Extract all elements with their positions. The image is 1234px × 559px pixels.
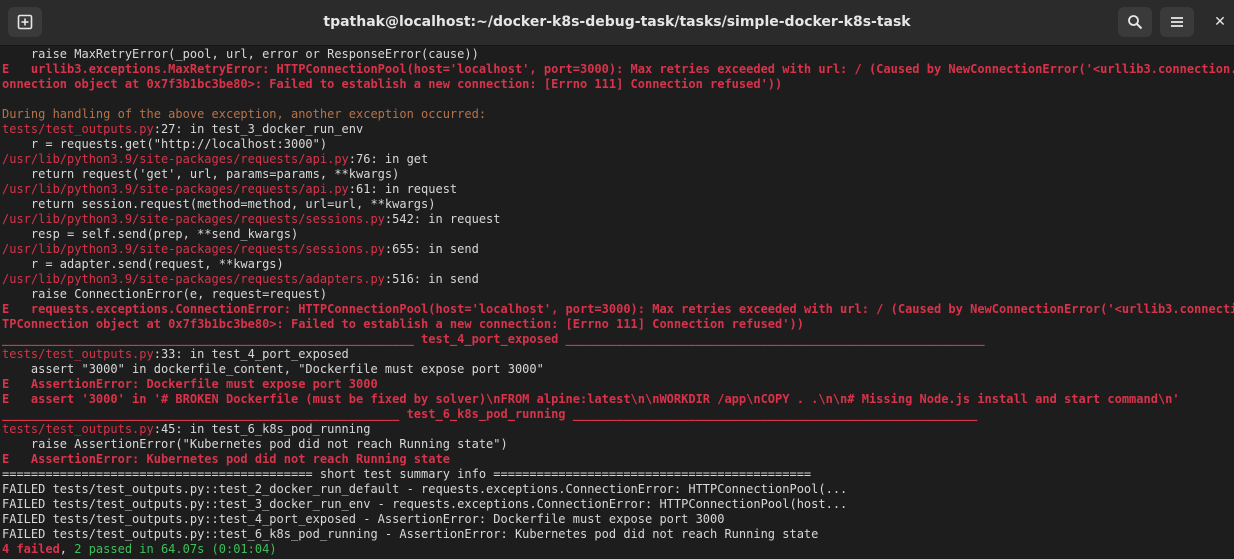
- terminal-line: return session.request(method=method, ur…: [2, 197, 436, 212]
- terminal-text-segment: E urllib3.exceptions.MaxRetryError: HTTP…: [2, 62, 1234, 76]
- terminal-line: ________________________________________…: [2, 332, 985, 347]
- terminal-text-segment: FAILED tests/test_outputs.py::test_6_k8s…: [2, 527, 819, 541]
- terminal-line: ========================================…: [2, 467, 811, 482]
- terminal-line: raise ConnectionError(e, request=request…: [2, 287, 327, 302]
- search-button[interactable]: [1118, 7, 1152, 37]
- terminal-line: E assert '3000' in '# BROKEN Dockerfile …: [2, 392, 1180, 407]
- terminal-line: r = adapter.send(request, **kwargs): [2, 257, 284, 272]
- terminal-line: r = requests.get("http://localhost:3000"…: [2, 137, 327, 152]
- menu-button[interactable]: [1160, 7, 1194, 37]
- terminal-line: E urllib3.exceptions.MaxRetryError: HTTP…: [2, 62, 1234, 77]
- terminal-text-segment: FAILED tests/test_outputs.py::test_4_por…: [2, 512, 725, 526]
- title-bar: ✕ tpathak@localhost:~/docker-k8s-debug-t…: [0, 0, 1234, 46]
- terminal-text-segment: ,: [59, 542, 75, 556]
- terminal-line: tests/test_outputs.py:45: in test_6_k8s_…: [2, 422, 370, 437]
- window-title: tpathak@localhost:~/docker-k8s-debug-tas…: [323, 14, 911, 30]
- terminal-line: TPConnection object at 0x7f3b1bc3be80>: …: [2, 317, 804, 332]
- terminal-text-segment: /usr/lib/python3.9/site-packages/request…: [2, 152, 349, 166]
- terminal-line: raise MaxRetryError(_pool, url, error or…: [2, 47, 479, 62]
- terminal-text-segment: TPConnection object at 0x7f3b1bc3be80>: …: [2, 317, 804, 331]
- terminal-line: /usr/lib/python3.9/site-packages/request…: [2, 182, 457, 197]
- terminal-text-segment: :33: in test_4_port_exposed: [153, 347, 349, 361]
- terminal-text-segment: :76: in get: [348, 152, 429, 166]
- terminal-text-segment: raise ConnectionError(e, request=request…: [2, 287, 328, 301]
- terminal-text-segment: assert "3000" in dockerfile_content, "Do…: [2, 362, 544, 376]
- terminal-text-segment: :516: in send: [384, 272, 479, 286]
- terminal-line: /usr/lib/python3.9/site-packages/request…: [2, 242, 479, 257]
- terminal-text-segment: ========================================…: [2, 467, 812, 481]
- terminal-text-segment: /usr/lib/python3.9/site-packages/request…: [2, 212, 385, 226]
- terminal-text-segment: tests/test_outputs.py: [2, 422, 154, 436]
- terminal-text-segment: r = adapter.send(request, **kwargs): [2, 257, 284, 271]
- close-button[interactable]: ✕: [1206, 7, 1234, 37]
- terminal-text-segment: E assert '3000' in '# BROKEN Dockerfile …: [2, 392, 1180, 406]
- terminal-text-segment: raise AssertionError("Kubernetes pod did…: [2, 437, 508, 451]
- terminal-text-segment: :655: in send: [384, 242, 479, 256]
- terminal-line: E AssertionError: Dockerfile must expose…: [2, 377, 378, 392]
- terminal-text-segment: in 64.07s (0:01:04): [132, 542, 277, 556]
- terminal-line: E requests.exceptions.ConnectionError: H…: [2, 302, 1234, 317]
- terminal-line: return request('get', url, params=params…: [2, 167, 399, 182]
- terminal-line: FAILED tests/test_outputs.py::test_3_doc…: [2, 497, 847, 512]
- terminal-text-segment: return request('get', url, params=params…: [2, 167, 400, 181]
- terminal-line: raise AssertionError("Kubernetes pod did…: [2, 437, 508, 452]
- terminal-text-segment: E AssertionError: Kubernetes pod did not…: [2, 452, 450, 466]
- terminal-line: E AssertionError: Kubernetes pod did not…: [2, 452, 450, 467]
- terminal-text-segment: E requests.exceptions.ConnectionError: H…: [2, 302, 1234, 316]
- terminal-text-segment: return session.request(method=method, ur…: [2, 197, 436, 211]
- terminal-line: ________________________________________…: [2, 407, 977, 422]
- terminal-text-segment: tests/test_outputs.py: [2, 122, 154, 136]
- terminal-text-segment: :542: in request: [384, 212, 501, 226]
- terminal-line: FAILED tests/test_outputs.py::test_6_k8s…: [2, 527, 818, 542]
- hamburger-menu-icon: [1170, 15, 1184, 29]
- terminal-line: tests/test_outputs.py:33: in test_4_port…: [2, 347, 349, 362]
- terminal-text-segment: :27: in test_3_docker_run_env: [153, 122, 364, 136]
- terminal-line: tests/test_outputs.py:27: in test_3_dock…: [2, 122, 363, 137]
- terminal-line: /usr/lib/python3.9/site-packages/request…: [2, 212, 501, 227]
- terminal-line: /usr/lib/python3.9/site-packages/request…: [2, 272, 479, 287]
- terminal-text-segment: 4 failed: [2, 542, 60, 556]
- terminal-text-segment: resp = self.send(prep, **send_kwargs): [2, 227, 299, 241]
- terminal-text-segment: r = requests.get("http://localhost:3000"…: [2, 137, 328, 151]
- close-icon: ✕: [1214, 14, 1226, 30]
- terminal-text-segment: /usr/lib/python3.9/site-packages/request…: [2, 272, 385, 286]
- terminal-text-segment: ________________________________________…: [2, 407, 978, 421]
- terminal-line: FAILED tests/test_outputs.py::test_4_por…: [2, 512, 724, 527]
- new-tab-button[interactable]: [8, 7, 42, 37]
- new-tab-icon: [17, 14, 33, 30]
- terminal-text-segment: raise MaxRetryError(_pool, url, error or…: [2, 47, 479, 61]
- terminal-line: 4 failed, 2 passed in 64.07s (0:01:04): [2, 542, 277, 557]
- terminal-line: onnection object at 0x7f3b1bc3be80>: Fai…: [2, 77, 782, 92]
- terminal-line: resp = self.send(prep, **send_kwargs): [2, 227, 298, 242]
- terminal-line: /usr/lib/python3.9/site-packages/request…: [2, 152, 428, 167]
- terminal-line: FAILED tests/test_outputs.py::test_2_doc…: [2, 482, 847, 497]
- terminal-line: During handling of the above exception, …: [2, 107, 486, 122]
- terminal-output[interactable]: raise MaxRetryError(_pool, url, error or…: [0, 46, 1234, 559]
- terminal-text-segment: 2 passed: [74, 542, 133, 556]
- terminal-text-segment: FAILED tests/test_outputs.py::test_3_doc…: [2, 497, 848, 511]
- terminal-text-segment: During handling of the above exception, …: [2, 107, 487, 121]
- terminal-text-segment: :61: in request: [348, 182, 458, 196]
- terminal-line: assert "3000" in dockerfile_content, "Do…: [2, 362, 544, 377]
- terminal-text-segment: :45: in test_6_k8s_pod_running: [153, 422, 371, 436]
- terminal-text-segment: ________________________________________…: [2, 332, 985, 346]
- terminal-text-segment: /usr/lib/python3.9/site-packages/request…: [2, 242, 385, 256]
- terminal-text-segment: tests/test_outputs.py: [2, 347, 154, 361]
- search-icon: [1127, 14, 1143, 30]
- terminal-text-segment: FAILED tests/test_outputs.py::test_2_doc…: [2, 482, 848, 496]
- terminal-text-segment: onnection object at 0x7f3b1bc3be80>: Fai…: [2, 77, 783, 91]
- terminal-text-segment: /usr/lib/python3.9/site-packages/request…: [2, 182, 349, 196]
- terminal-text-segment: E AssertionError: Dockerfile must expose…: [2, 377, 378, 391]
